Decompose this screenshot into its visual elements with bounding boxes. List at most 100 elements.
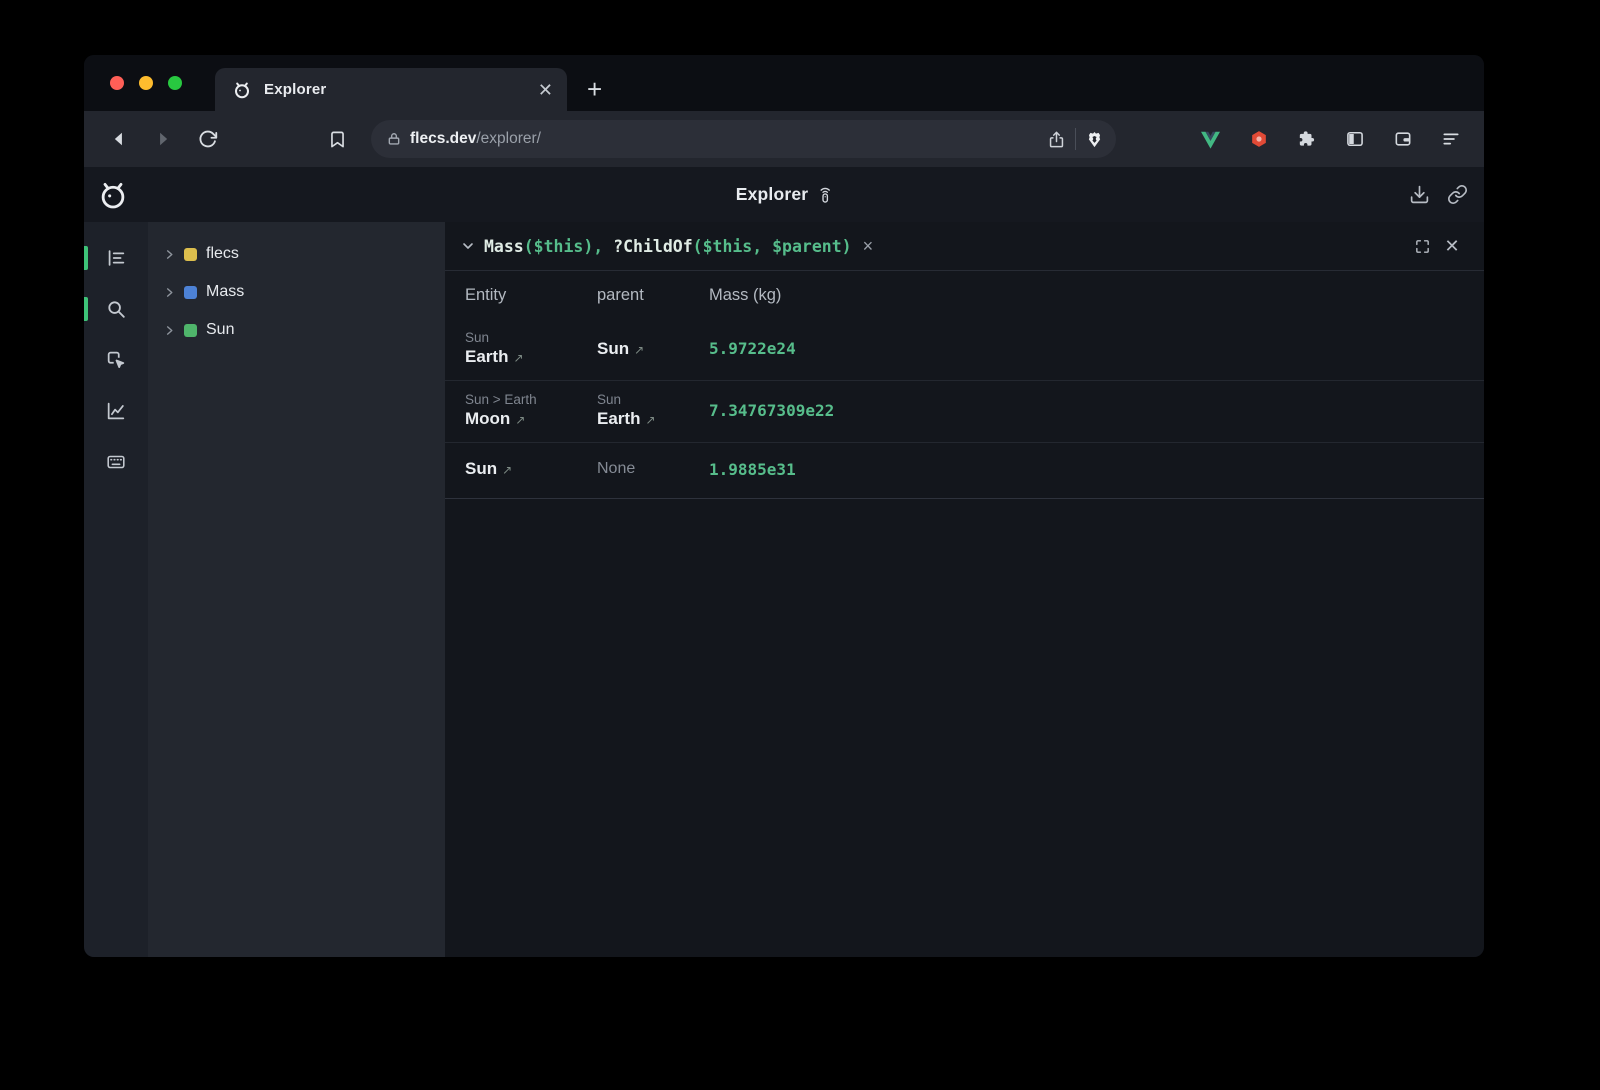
parent-link[interactable]: Sun ↗ (597, 339, 709, 359)
query-expression[interactable]: Mass($this), ?ChildOf($this, $parent) (484, 237, 852, 256)
chevron-right-icon[interactable] (164, 287, 175, 298)
rail-item-stats[interactable] (84, 391, 148, 431)
wallet-icon[interactable] (1382, 119, 1423, 159)
lock-icon (387, 132, 401, 146)
chevron-right-icon[interactable] (164, 249, 175, 260)
component-color-swatch (184, 286, 197, 299)
entity-tree-panel: flecs Mass Sun (148, 222, 445, 957)
entity-color-swatch (184, 324, 197, 337)
column-header-mass: Mass (kg) (709, 286, 1484, 305)
app-header: Explorer (84, 167, 1484, 222)
module-color-swatch (184, 248, 197, 261)
tree-item-label: Mass (206, 283, 244, 301)
url-path: /explorer/ (476, 130, 541, 147)
url-divider (1075, 128, 1076, 150)
keyboard-icon (105, 451, 127, 473)
parent-link[interactable]: Earth ↗ (597, 409, 709, 429)
tree-item-flecs[interactable]: flecs (148, 235, 445, 273)
sidebar-toggle-icon[interactable] (1334, 119, 1375, 159)
entity-link[interactable]: Earth ↗ (465, 347, 597, 367)
collapse-chevron-icon[interactable] (455, 238, 481, 254)
query-header: Mass($this), ?ChildOf($this, $parent) × … (445, 222, 1484, 271)
mass-value: 5.9722e24 (709, 339, 1484, 358)
table-row: Sun > Earth Moon ↗ Sun Earth ↗ 7.3476730… (445, 381, 1484, 443)
parent-cell: Sun Earth ↗ (597, 392, 709, 429)
stats-chart-icon (105, 400, 127, 422)
icon-rail (84, 222, 148, 957)
reload-button[interactable] (185, 119, 229, 159)
tree-item-label: Sun (206, 321, 234, 339)
new-tab-button[interactable]: + (567, 68, 602, 111)
rail-item-inspect[interactable] (84, 340, 148, 380)
rail-item-commands[interactable] (84, 442, 148, 482)
external-link-icon: ↗ (634, 343, 644, 357)
expand-fullscreen-icon[interactable] (1407, 238, 1437, 255)
parent-cell: None (597, 460, 709, 478)
close-window-button[interactable] (110, 76, 124, 90)
external-link-icon: ↗ (645, 413, 655, 427)
download-icon[interactable] (1409, 184, 1430, 205)
entity-cell: Sun Earth ↗ (465, 330, 597, 367)
table-row: Sun ↗ None 1.9885e31 (445, 443, 1484, 499)
entity-path: Sun (465, 330, 597, 345)
brave-shield-icon[interactable] (1085, 130, 1104, 149)
external-link-icon: ↗ (513, 351, 523, 365)
navigation-bar: flecs.dev/explorer/ (84, 111, 1484, 167)
tree-view-icon (105, 247, 127, 269)
traffic-lights (110, 76, 182, 90)
mass-value: 1.9885e31 (709, 460, 1484, 479)
tab-title: Explorer (264, 81, 526, 98)
url-bar[interactable]: flecs.dev/explorer/ (371, 120, 1116, 158)
page-title-wrap: Explorer (736, 184, 833, 205)
entity-link[interactable]: Moon ↗ (465, 409, 597, 429)
tree-item-sun[interactable]: Sun (148, 311, 445, 349)
chevron-right-icon[interactable] (164, 325, 175, 336)
menu-icon[interactable] (1430, 119, 1471, 159)
zoom-window-button[interactable] (168, 76, 182, 90)
inspect-cursor-icon (105, 349, 127, 371)
tab-close-icon[interactable]: ✕ (538, 81, 553, 99)
entity-link[interactable]: Sun ↗ (465, 459, 597, 479)
close-query-icon[interactable]: ✕ (1437, 236, 1467, 257)
page-title: Explorer (736, 184, 809, 205)
entity-cell: Sun > Earth Moon ↗ (465, 392, 597, 429)
column-header-parent: parent (597, 286, 709, 305)
extensions-puzzle-icon[interactable] (1286, 119, 1327, 159)
remote-connection-icon[interactable] (817, 185, 832, 204)
table-row: Sun Earth ↗ Sun ↗ 5.9722e24 (445, 319, 1484, 381)
vue-devtools-icon[interactable] (1190, 119, 1231, 159)
query-clear-icon[interactable]: × (863, 236, 874, 257)
back-button[interactable] (97, 119, 141, 159)
rail-item-query[interactable] (84, 289, 148, 329)
entity-cell: Sun ↗ (465, 459, 597, 479)
search-icon (105, 298, 127, 320)
entity-path: Sun > Earth (465, 392, 597, 407)
url-text: flecs.dev/explorer/ (410, 130, 541, 148)
tab-favicon-flecs-icon (232, 80, 252, 100)
query-panel: Mass($this), ?ChildOf($this, $parent) × … (445, 222, 1484, 957)
tab-explorer[interactable]: Explorer ✕ (215, 68, 567, 111)
hexagon-extension-icon[interactable] (1238, 119, 1279, 159)
share-icon[interactable] (1047, 130, 1066, 149)
content-area: flecs Mass Sun (84, 222, 1484, 957)
results-table-header: Entity parent Mass (kg) (445, 271, 1484, 319)
minimize-window-button[interactable] (139, 76, 153, 90)
app-header-actions (1409, 184, 1468, 205)
tab-bar: Explorer ✕ + (84, 55, 1484, 111)
bookmark-icon[interactable] (315, 119, 359, 159)
url-domain: flecs.dev (410, 130, 476, 147)
external-link-icon: ↗ (515, 413, 525, 427)
browser-window: Explorer ✕ + (84, 55, 1484, 957)
column-header-entity: Entity (465, 286, 597, 305)
tree-item-mass[interactable]: Mass (148, 273, 445, 311)
forward-button[interactable] (141, 119, 185, 159)
external-link-icon: ↗ (502, 463, 512, 477)
parent-none: None (597, 460, 709, 478)
parent-path: Sun (597, 392, 709, 407)
parent-cell: Sun ↗ (597, 339, 709, 359)
link-icon[interactable] (1447, 184, 1468, 205)
flecs-logo-icon (97, 179, 129, 211)
extension-icons (1190, 119, 1471, 159)
mass-value: 7.34767309e22 (709, 401, 1484, 420)
rail-item-entity-tree[interactable] (84, 238, 148, 278)
